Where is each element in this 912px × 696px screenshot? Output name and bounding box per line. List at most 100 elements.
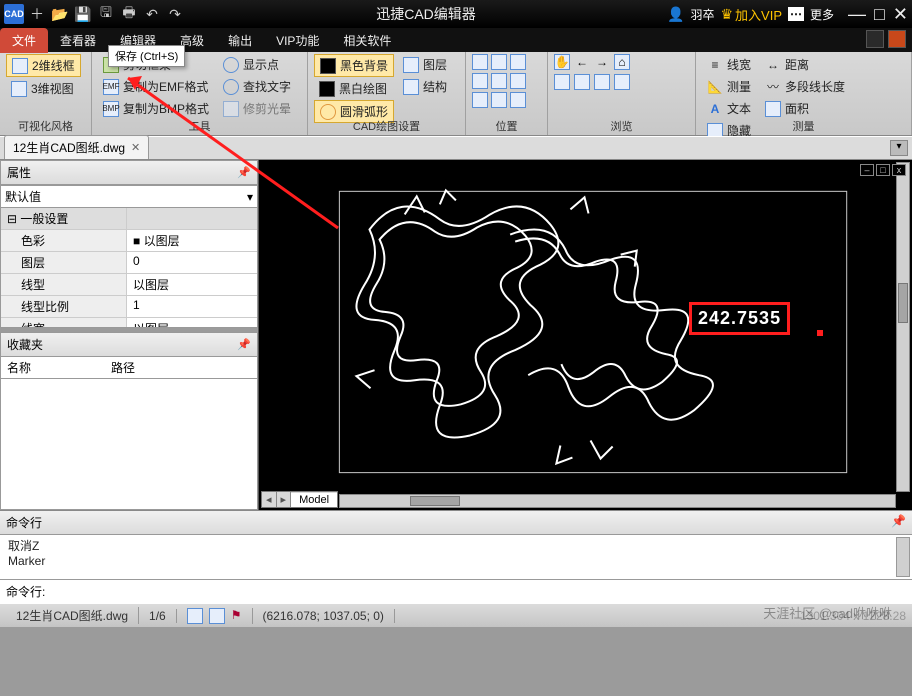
tool-btn-2[interactable] bbox=[888, 30, 906, 48]
user-icon[interactable]: 👤 bbox=[667, 6, 684, 23]
canvas-scrollbar-v[interactable] bbox=[896, 162, 910, 492]
tab-next-icon[interactable]: ▸ bbox=[277, 492, 292, 507]
saveas-icon[interactable]: 🖫 bbox=[96, 4, 116, 24]
favorites-body[interactable] bbox=[0, 379, 258, 510]
menu-vip[interactable]: VIP功能 bbox=[264, 28, 331, 53]
canvas-scrollbar-h[interactable] bbox=[339, 494, 896, 508]
pin-icon[interactable]: 📌 bbox=[237, 338, 251, 351]
btn-layers[interactable]: 图层 bbox=[398, 54, 452, 75]
pin-icon[interactable]: 📌 bbox=[237, 166, 251, 179]
document-tab[interactable]: 12生肖CAD图纸.dwg ✕ bbox=[4, 135, 149, 159]
prop-group[interactable]: ⊟ 一般设置 bbox=[1, 208, 257, 230]
status-toggles: ⚑ bbox=[177, 608, 253, 624]
snap-toggle[interactable] bbox=[187, 608, 203, 624]
menu-file[interactable]: 文件 bbox=[0, 28, 48, 53]
btn-distance[interactable]: ↔距离 bbox=[760, 54, 850, 75]
canvas-min-icon[interactable]: – bbox=[860, 164, 874, 176]
btn-3d-view[interactable]: 3维视图 bbox=[6, 78, 81, 99]
tool-btn-1[interactable] bbox=[866, 30, 884, 48]
btn-area[interactable]: 面积 bbox=[760, 98, 850, 119]
favorites-panel: 收藏夹📌 名称 路径 bbox=[0, 332, 258, 510]
btn-polylen[interactable]: 〰多段线长度 bbox=[760, 76, 850, 97]
status-flag-icon[interactable]: ⚑ bbox=[231, 608, 242, 624]
btn-measure[interactable]: 📐测量 bbox=[702, 76, 756, 97]
menu-related[interactable]: 相关软件 bbox=[331, 28, 403, 53]
command-input-row: 命令行: bbox=[0, 579, 912, 603]
btn-lineweight[interactable]: ≡线宽 bbox=[702, 54, 756, 75]
btn-showpoint[interactable]: 显示点 bbox=[218, 54, 296, 75]
btn-2d-wireframe[interactable]: 2维线框 bbox=[6, 54, 81, 77]
app-title: 迅捷CAD编辑器 bbox=[185, 4, 667, 24]
ribbon-group-browse: ✋←→⌂ 浏览 bbox=[548, 52, 696, 135]
status-bar: 12生肖CAD图纸.dwg 1/6 ⚑ (6216.078; 1037.05; … bbox=[0, 603, 912, 627]
nav-b3[interactable] bbox=[594, 74, 610, 90]
nav-hand-icon[interactable]: ✋ bbox=[554, 54, 570, 70]
command-header: 命令行📌 bbox=[0, 511, 912, 535]
nav-b2[interactable] bbox=[574, 74, 590, 90]
pos-ico-3[interactable] bbox=[510, 54, 526, 70]
username[interactable]: 羽卒 bbox=[690, 6, 714, 23]
command-input[interactable] bbox=[49, 583, 906, 600]
ribbon-group-visual: 2维线框 3维视图 可视化风格 bbox=[0, 52, 92, 135]
status-page: 1/6 bbox=[139, 609, 177, 623]
menu-output[interactable]: 输出 bbox=[216, 28, 264, 53]
canvas-close-icon[interactable]: x bbox=[892, 164, 906, 176]
print-icon[interactable]: 🖶 bbox=[119, 4, 139, 24]
document-tabs: 12生肖CAD图纸.dwg ✕ ▾ bbox=[0, 136, 912, 160]
pos-ico-2[interactable] bbox=[491, 54, 507, 70]
nav-left-icon[interactable]: ← bbox=[574, 54, 590, 70]
ribbon-group-position: 位置 bbox=[466, 52, 548, 135]
pos-ico-8[interactable] bbox=[491, 92, 507, 108]
nav-b4[interactable] bbox=[614, 74, 630, 90]
status-filename: 12生肖CAD图纸.dwg bbox=[6, 607, 139, 624]
nav-home-icon[interactable]: ⌂ bbox=[614, 54, 630, 70]
btn-trimglow[interactable]: 修剪光晕 bbox=[218, 98, 296, 119]
pos-ico-6[interactable] bbox=[510, 73, 526, 89]
close-button[interactable]: ✕ bbox=[893, 4, 908, 25]
pin-icon[interactable]: 📌 bbox=[891, 514, 906, 531]
menu-viewer[interactable]: 查看器 bbox=[48, 28, 108, 53]
tab-prev-icon[interactable]: ◂ bbox=[262, 492, 277, 507]
open-icon[interactable]: 📂 bbox=[50, 4, 70, 24]
properties-grid: ⊟ 一般设置 色彩■ 以图层 图层0 线型以图层 线型比例1 线宽以图层 bbox=[0, 208, 258, 328]
ribbon-group-cadsettings: 黑色背景 黑白绘图 圆滑弧形 图层 结构 CAD绘图设置 bbox=[308, 52, 466, 135]
close-tab-icon[interactable]: ✕ bbox=[131, 141, 140, 154]
redo-icon[interactable]: ↷ bbox=[165, 4, 185, 24]
minimize-button[interactable]: — bbox=[848, 4, 866, 25]
grid-toggle[interactable] bbox=[209, 608, 225, 624]
btn-bwdraw[interactable]: 黑白绘图 bbox=[314, 78, 394, 99]
pos-ico-5[interactable] bbox=[491, 73, 507, 89]
prop-row: 线型比例1 bbox=[1, 296, 257, 318]
window-buttons: — □ ✕ bbox=[848, 4, 908, 25]
btn-findtext[interactable]: 查找文字 bbox=[218, 76, 296, 97]
log-scrollbar[interactable] bbox=[896, 537, 910, 577]
pos-ico-1[interactable] bbox=[472, 54, 488, 70]
pos-ico-7[interactable] bbox=[472, 92, 488, 108]
maximize-button[interactable]: □ bbox=[874, 4, 885, 25]
nav-right-icon[interactable]: → bbox=[594, 54, 610, 70]
btn-copy-bmp[interactable]: BMP复制为BMP格式 bbox=[98, 98, 214, 119]
properties-selector[interactable]: 默认值▾ bbox=[0, 185, 258, 208]
btn-text[interactable]: A文本 bbox=[702, 98, 756, 119]
canvas-max-icon[interactable]: □ bbox=[876, 164, 890, 176]
pos-ico-4[interactable] bbox=[472, 73, 488, 89]
left-pane: 属性 📌 默认值▾ ⊟ 一般设置 色彩■ 以图层 图层0 线型以图层 线型比例1… bbox=[0, 160, 258, 510]
model-tab-label[interactable]: Model bbox=[291, 493, 337, 507]
drawing-canvas[interactable]: 242.7535 bbox=[259, 160, 912, 510]
undo-icon[interactable]: ↶ bbox=[142, 4, 162, 24]
new-icon[interactable]: ＋ bbox=[27, 4, 47, 24]
command-section: 命令行📌 取消Z Marker 命令行: bbox=[0, 510, 912, 603]
btn-blackbg[interactable]: 黑色背景 bbox=[314, 54, 394, 77]
app-logo-icon: CAD bbox=[4, 4, 24, 24]
pos-ico-9[interactable] bbox=[510, 92, 526, 108]
more-button[interactable]: 更多 bbox=[810, 6, 834, 23]
prop-row: 色彩■ 以图层 bbox=[1, 230, 257, 252]
command-log[interactable]: 取消Z Marker bbox=[0, 535, 912, 579]
btn-structure[interactable]: 结构 bbox=[398, 76, 452, 97]
nav-b1[interactable] bbox=[554, 74, 570, 90]
save-icon[interactable]: 💾 bbox=[73, 4, 93, 24]
vip-button[interactable]: ♛加入VIP bbox=[720, 5, 782, 24]
tab-dropdown[interactable]: ▾ bbox=[890, 140, 908, 156]
properties-header: 属性 📌 bbox=[0, 160, 258, 185]
btn-copy-emf[interactable]: EMF复制为EMF格式 bbox=[98, 76, 214, 97]
